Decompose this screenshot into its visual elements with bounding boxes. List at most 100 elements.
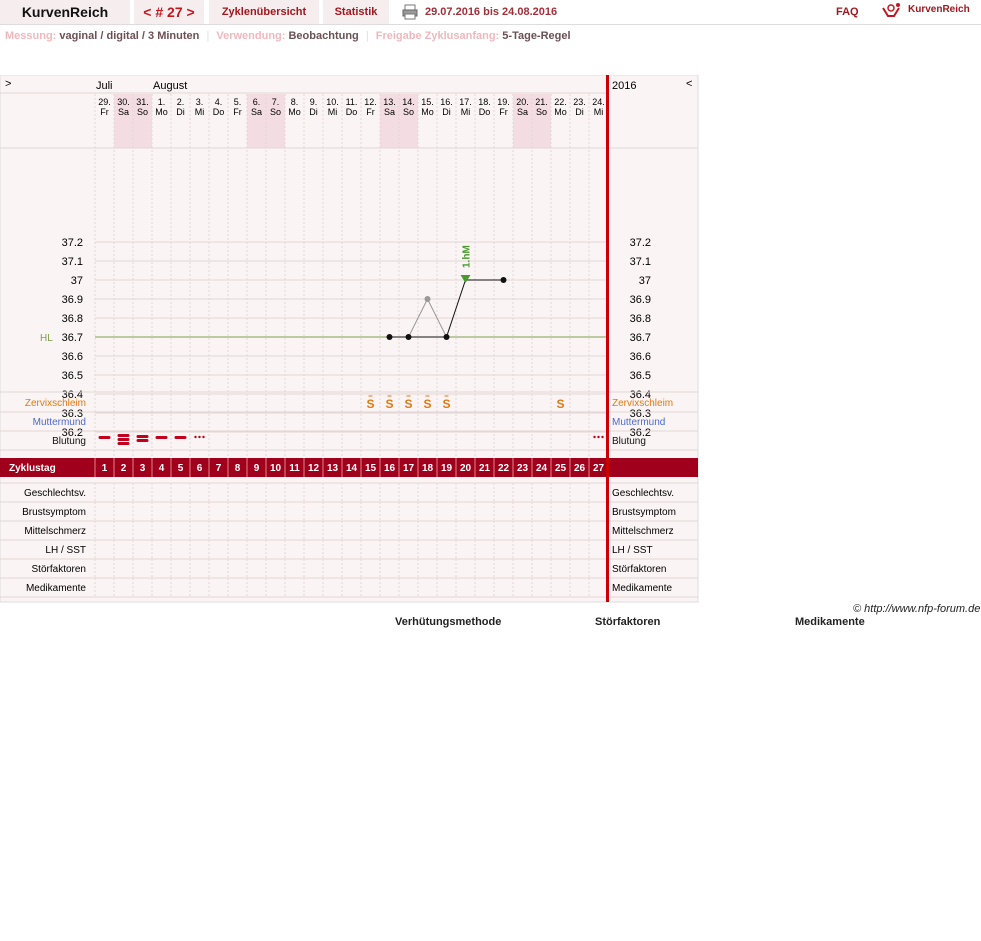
cycle-day-number: 10 — [270, 463, 282, 474]
cycle-day-number: 24 — [536, 463, 548, 474]
scroll-left-arrow[interactable]: > — [5, 78, 11, 90]
day-date: 24. — [592, 97, 605, 107]
cycle-overview-link[interactable]: Zyklenübersicht — [209, 0, 319, 24]
cycle-day-number: 25 — [555, 463, 567, 474]
day-date: 11. — [346, 97, 358, 107]
logo-text[interactable]: KurvenReich — [908, 4, 970, 15]
cycle-day-number: 16 — [384, 463, 396, 474]
y-tick-label-left: 36.7 — [62, 332, 83, 344]
day-date: 7. — [272, 97, 280, 107]
day-date: 30. — [117, 97, 130, 107]
lower-row-label-right: Medikamente — [612, 583, 672, 594]
scroll-right-arrow[interactable]: < — [686, 78, 692, 90]
cycle-day-number: 23 — [517, 463, 529, 474]
day-weekday: Fr — [499, 107, 508, 117]
caption-medication: Medikamente — [795, 616, 865, 628]
y-tick-label-right: 36.9 — [630, 294, 651, 306]
cycle-navigator[interactable]: < # 27 > — [134, 0, 204, 24]
spotting-dot — [194, 435, 197, 439]
day-weekday: Mo — [554, 107, 567, 117]
print-icon[interactable] — [402, 4, 418, 20]
y-tick-label-left: 37.1 — [62, 256, 83, 268]
measurement-value: vaginal / digital / 3 Minuten — [59, 30, 200, 42]
cycle-day-number: 1 — [102, 463, 108, 474]
hl-label: HL — [40, 333, 53, 344]
day-date: 3. — [196, 97, 204, 107]
day-weekday: Di — [176, 107, 185, 117]
bleeding-mark — [117, 438, 130, 441]
top-navigation-bar: KurvenReich < # 27 > Zyklenübersicht Sta… — [0, 0, 981, 25]
cycle-day-number: 21 — [479, 463, 491, 474]
spotting-dot — [601, 435, 604, 439]
day-weekday: Fr — [366, 107, 375, 117]
chart-background — [0, 75, 699, 603]
bleeding-mark — [155, 436, 168, 439]
day-weekday: So — [403, 107, 414, 117]
lower-row-label-right: LH / SST — [612, 545, 653, 556]
cervix-position-row-label-right: Muttermund — [612, 417, 665, 428]
y-tick-label-left: 36.9 — [62, 294, 83, 306]
y-tick-label-right: 36.7 — [630, 332, 651, 344]
cycle-day-number: 4 — [159, 463, 165, 474]
day-date: 9. — [310, 97, 318, 107]
day-date: 6. — [253, 97, 261, 107]
day-weekday: Fr — [100, 107, 109, 117]
day-date: 4. — [215, 97, 223, 107]
caption-disturbances: Störfaktoren — [595, 616, 661, 628]
day-weekday: Di — [309, 107, 318, 117]
temperature-point — [424, 296, 431, 302]
bleeding-mark — [136, 439, 149, 442]
year-label: 2016 — [612, 80, 636, 92]
lower-row-label-left: Medikamente — [26, 583, 86, 594]
cycle-day-number: 8 — [235, 463, 241, 474]
cycle-day-number: 17 — [403, 463, 415, 474]
cervix-position-row-label-left: Muttermund — [33, 417, 86, 428]
cycle-day-number: 12 — [308, 463, 320, 474]
kurvenreich-logo-icon[interactable] — [880, 2, 902, 20]
cycle-chart[interactable]: > <2016Juli August29.Fr30.Sa31.So1.Mo2.Di3… — [0, 75, 700, 605]
cervix-symbol: S — [385, 397, 393, 411]
cycle-day-number: 11 — [289, 463, 300, 474]
lower-row-label-left: Mittelschmerz — [24, 526, 86, 537]
caption-contraception: Verhütungsmethode — [395, 616, 502, 628]
day-weekday: Sa — [251, 107, 262, 117]
bleeding-mark — [117, 434, 130, 437]
lower-row-label-right: Mittelschmerz — [612, 526, 674, 537]
day-weekday: So — [137, 107, 148, 117]
app-title[interactable]: KurvenReich — [0, 0, 130, 24]
y-tick-label-right: 37 — [639, 275, 651, 287]
day-date: 8. — [291, 97, 299, 107]
month-label: August — [153, 80, 187, 92]
measurement-label: Messung: — [5, 30, 57, 42]
temperature-point — [386, 334, 393, 340]
day-date: 29. — [98, 97, 111, 107]
statistics-link[interactable]: Statistik — [323, 0, 389, 24]
month-label: Juli — [96, 80, 113, 92]
date-range: 29.07.2016 bis 24.08.2016 — [425, 6, 558, 18]
day-date: 17. — [459, 97, 472, 107]
lower-row-label-left: Brustsymptom — [22, 507, 86, 518]
bleeding-row-label-left: Blutung — [52, 436, 86, 447]
y-tick-label-right: 37.1 — [630, 256, 651, 268]
cycle-day-number: 18 — [422, 463, 434, 474]
cycle-day-number: 27 — [593, 463, 605, 474]
cycle-day-number: 6 — [197, 463, 203, 474]
faq-link[interactable]: FAQ — [836, 6, 859, 18]
spotting-dot — [198, 435, 201, 439]
day-weekday: Fr — [233, 107, 242, 117]
y-tick-label-right: 36.5 — [630, 370, 651, 382]
day-weekday: Do — [346, 107, 358, 117]
day-weekday: Di — [575, 107, 584, 117]
day-date: 14. — [402, 97, 415, 107]
bleeding-mark — [117, 442, 130, 445]
y-tick-label-right: 37.2 — [630, 237, 651, 249]
day-date: 22. — [554, 97, 567, 107]
y-tick-label-right: 36.6 — [630, 351, 651, 363]
cervix-symbol: S — [442, 397, 450, 411]
separator: | — [206, 30, 210, 42]
bleeding-mark — [98, 436, 111, 439]
day-date: 20. — [516, 97, 529, 107]
cervix-row-label-right: Zervixschleim — [612, 398, 673, 409]
separator: | — [365, 30, 369, 42]
lower-row-label-right: Geschlechtsv. — [612, 488, 674, 499]
